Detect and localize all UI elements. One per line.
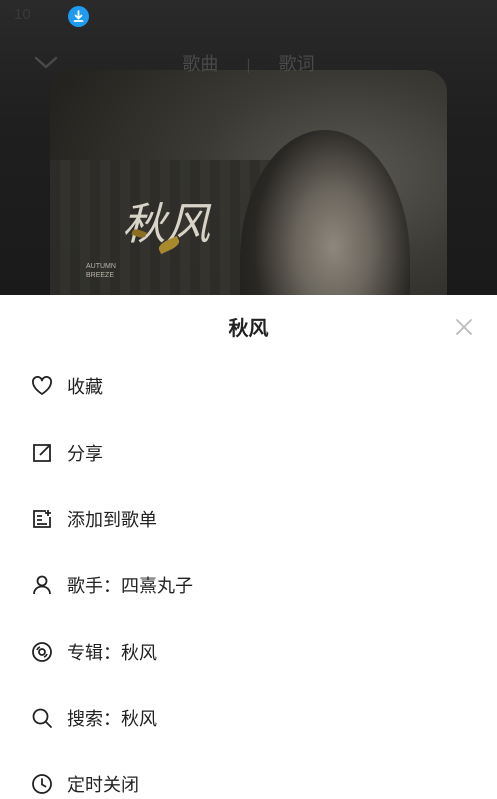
status-time: 10 [14, 6, 31, 23]
tab-lyrics[interactable]: 歌词 [279, 50, 315, 76]
menu-item-album[interactable]: 专辑：秋风 [0, 619, 497, 685]
player-background: 10 秋风 AUTUMN BREEZE 歌曲 | 歌词 [0, 0, 497, 300]
status-bar: 10 [0, 0, 497, 34]
menu-item-label: 定时关闭 [67, 775, 139, 796]
player-tabs: 歌曲 | 歌词 [0, 50, 497, 76]
tab-song[interactable]: 歌曲 [182, 50, 218, 76]
menu-item-search[interactable]: 搜索：秋风 [0, 685, 497, 751]
menu-item-label: 添加到歌单 [67, 510, 157, 531]
disc-icon [30, 640, 54, 664]
tab-separator: | [246, 58, 251, 74]
person-icon [30, 573, 54, 597]
search-icon [30, 706, 54, 730]
heart-icon [30, 374, 54, 398]
song-options-sheet: 秋风 收藏 分享 添加到歌单 歌手：四熹丸子 专辑：秋风 搜索：秋风 定时关闭 [0, 295, 497, 799]
menu-item-label: 收藏 [67, 377, 103, 398]
menu-item-label: 分享 [67, 444, 103, 465]
download-icon [68, 6, 89, 27]
menu-item-label: 歌手：四熹丸子 [67, 576, 193, 597]
menu-item-artist[interactable]: 歌手：四熹丸子 [0, 552, 497, 618]
cover-portrait [240, 130, 410, 300]
share-icon [30, 441, 54, 465]
menu-item-favorite[interactable]: 收藏 [0, 353, 497, 419]
sheet-title: 秋风 [228, 316, 269, 340]
add-to-playlist-icon [30, 507, 54, 531]
clock-icon [30, 772, 54, 796]
menu-item-label: 搜索：秋风 [67, 709, 157, 730]
album-cover: 秋风 AUTUMN BREEZE [50, 70, 447, 300]
close-icon[interactable] [452, 315, 476, 339]
menu-item-label: 专辑：秋风 [67, 643, 157, 664]
menu-item-add-to-playlist[interactable]: 添加到歌单 [0, 486, 497, 552]
cover-subtitle: AUTUMN BREEZE [86, 263, 116, 279]
menu-item-share[interactable]: 分享 [0, 420, 497, 486]
menu-item-sleep-timer[interactable]: 定时关闭 [0, 751, 497, 799]
